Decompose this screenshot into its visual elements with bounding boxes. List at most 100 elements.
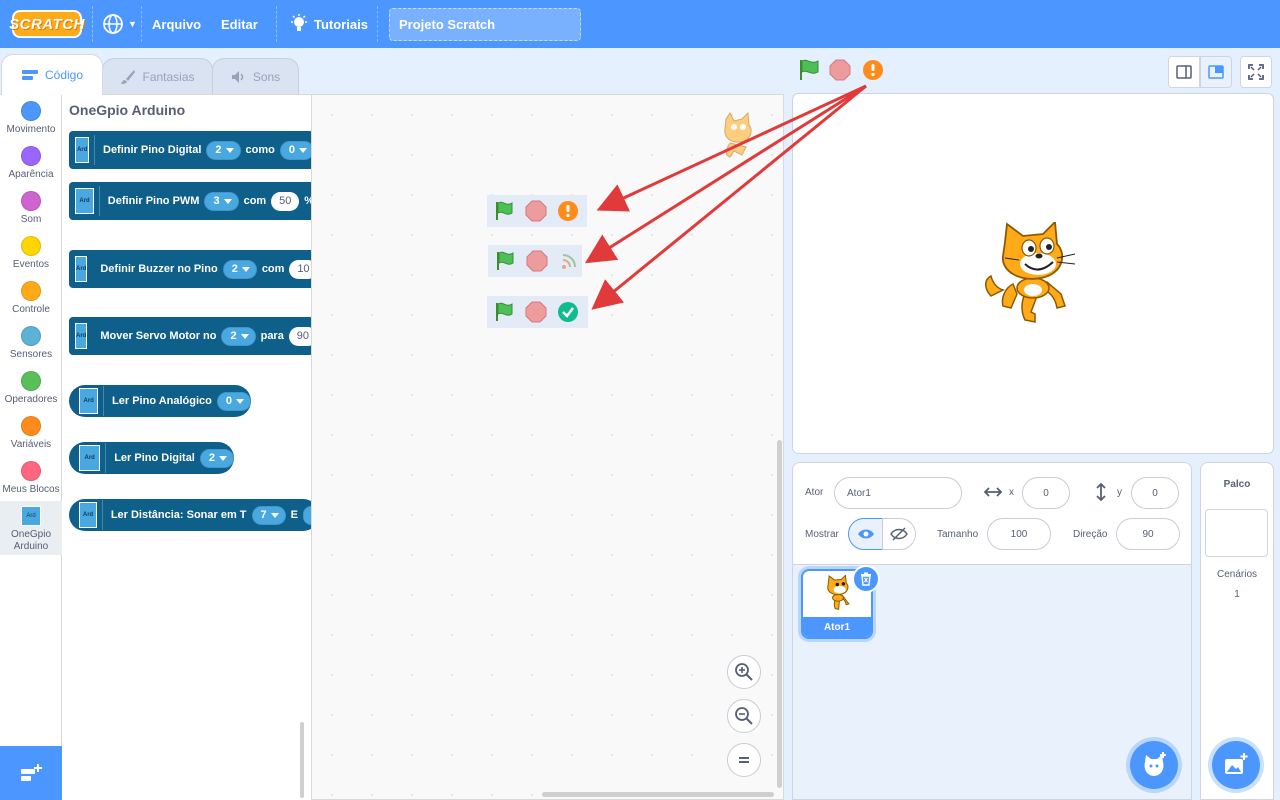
block-read-analog-pin[interactable]: Ard Ler Pino Analógico 0 (69, 385, 251, 417)
tab-sounds[interactable]: Sons (212, 58, 299, 94)
pwm-value-input[interactable]: 50 (271, 191, 300, 211)
category-sound[interactable]: Som (0, 186, 62, 231)
trigger-pin-dropdown[interactable]: 7 (251, 505, 286, 525)
zoom-out-icon (735, 707, 753, 725)
category-sensing[interactable]: Sensores (0, 321, 62, 366)
category-looks[interactable]: Aparência (0, 141, 62, 186)
choose-sprite-button[interactable] (1130, 741, 1178, 789)
category-motion[interactable]: Movimento (0, 96, 62, 141)
block-set-buzzer-pin[interactable]: Ard Definir Buzzer no Pino 2 com 10 (69, 250, 311, 288)
block-text: com (261, 263, 285, 275)
block-set-digital-pin[interactable]: Ard Definir Pino Digital 2 como 0 (69, 131, 311, 169)
direction-input[interactable]: 90 (1116, 518, 1180, 550)
cat-sprite[interactable] (983, 222, 1083, 326)
arduino-icon: Ard (75, 256, 88, 282)
delete-sprite-button[interactable] (852, 565, 880, 593)
large-stage-button[interactable] (1200, 56, 1232, 88)
code-icon (21, 70, 38, 80)
edit-menu[interactable]: Editar (221, 0, 258, 48)
category-label: Controle (12, 304, 50, 315)
add-extension-button[interactable] (0, 746, 62, 800)
project-title-input[interactable]: Projeto Scratch (389, 8, 581, 41)
stage-thumbnail[interactable] (1205, 509, 1268, 557)
block-set-pwm-pin[interactable]: Ard Definir Pino PWM 3 com 50 % (69, 182, 311, 220)
echo-pin-dropdown[interactable] (303, 505, 311, 525)
block-move-servo[interactable]: Ard Mover Servo Motor no 2 para 90 (69, 317, 311, 355)
hide-sprite-button[interactable] (882, 518, 916, 550)
arduino-icon: Ard (79, 445, 101, 471)
arduino-icon: Ard (79, 388, 99, 414)
pin-dropdown[interactable]: 2 (199, 448, 234, 468)
pin-dropdown[interactable]: 2 (222, 259, 257, 279)
block-read-sonar-distance[interactable]: Ard Ler Distância: Sonar em T 7 E (69, 499, 311, 531)
file-menu[interactable]: Arquivo (152, 0, 201, 48)
caret-down-icon (241, 266, 250, 272)
category-onegpio-arduino[interactable]: Ard OneGpio Arduino (0, 501, 62, 555)
small-stage-icon (1176, 65, 1192, 79)
x-position-input[interactable]: 0 (1022, 477, 1070, 509)
buzzer-value-input[interactable]: 10 (289, 259, 311, 279)
block-text: Ler Pino Digital (114, 452, 195, 464)
servo-angle-input[interactable]: 90 (288, 326, 311, 346)
block-text: % (304, 195, 311, 207)
block-read-digital-pin[interactable]: Ard Ler Pino Digital 2 (69, 442, 234, 474)
y-position-input[interactable]: 0 (1131, 477, 1179, 509)
menu-divider (276, 6, 277, 42)
sprite-name-input[interactable]: Ator1 (834, 477, 962, 509)
pin-dropdown[interactable]: 3 (204, 191, 239, 211)
eye-icon (857, 529, 874, 539)
block-text: para (260, 330, 284, 342)
show-sprite-button[interactable] (848, 518, 883, 550)
caret-down-icon (219, 455, 227, 461)
connection-warning-button[interactable] (862, 59, 884, 81)
caret-down-icon (225, 147, 234, 153)
pin-dropdown[interactable]: 2 (206, 140, 241, 160)
scratch-logo[interactable]: SCRATCH (9, 10, 84, 38)
pin-dropdown[interactable]: 2 (221, 326, 256, 346)
tab-sounds-label: Sons (252, 69, 281, 84)
block-divider (105, 443, 107, 473)
block-palette: OneGpio Arduino Ard Definir Pino Digital… (62, 94, 311, 800)
category-control[interactable]: Controle (0, 276, 62, 321)
pin-dropdown[interactable]: 0 (216, 391, 251, 411)
mode-dropdown[interactable]: 0 (279, 140, 311, 160)
green-flag-button[interactable] (797, 58, 821, 82)
zoom-reset-button[interactable] (727, 743, 761, 777)
block-text: com (243, 195, 267, 207)
horizontal-arrows-icon (984, 487, 1002, 497)
workspace-vertical-scrollbar[interactable] (777, 440, 782, 788)
size-input[interactable]: 100 (987, 518, 1051, 550)
language-menu[interactable]: ▼ (102, 0, 137, 48)
vertical-arrows-icon (1096, 483, 1106, 501)
category-events[interactable]: Eventos (0, 231, 62, 276)
stop-button[interactable] (829, 59, 851, 81)
caret-down-icon (270, 512, 279, 518)
tab-code[interactable]: Código (1, 54, 103, 95)
category-variables[interactable]: Variáveis (0, 411, 62, 456)
zoom-out-button[interactable] (727, 699, 761, 733)
stop-icon (526, 250, 548, 272)
small-stage-button[interactable] (1168, 56, 1200, 88)
large-stage-icon (1208, 65, 1224, 79)
dropdown-value: 2 (215, 144, 222, 156)
category-dot (21, 191, 41, 211)
menu-divider (377, 6, 378, 42)
tutorials-label: Tutoriais (314, 16, 368, 32)
category-label: Meus Blocos (2, 484, 60, 495)
category-dot (21, 416, 41, 436)
choose-backdrop-button[interactable] (1212, 741, 1260, 789)
palette-category-title: OneGpio Arduino (69, 102, 186, 118)
tab-costumes[interactable]: Fantasias (102, 58, 213, 94)
zoom-in-button[interactable] (727, 655, 761, 689)
fullscreen-button[interactable] (1240, 56, 1272, 88)
sprite-label: Ator (805, 487, 824, 498)
category-dot (21, 236, 41, 256)
category-operators[interactable]: Operadores (0, 366, 62, 411)
stage-canvas[interactable] (792, 93, 1274, 454)
tutorials-button[interactable]: Tutoriais (290, 0, 368, 48)
category-menu: Movimento Aparência Som Eventos Controle… (0, 94, 62, 800)
brush-icon (121, 69, 136, 84)
category-my-blocks[interactable]: Meus Blocos (0, 456, 62, 501)
palette-scrollbar[interactable] (300, 722, 304, 798)
workspace-horizontal-scrollbar[interactable] (542, 792, 774, 797)
